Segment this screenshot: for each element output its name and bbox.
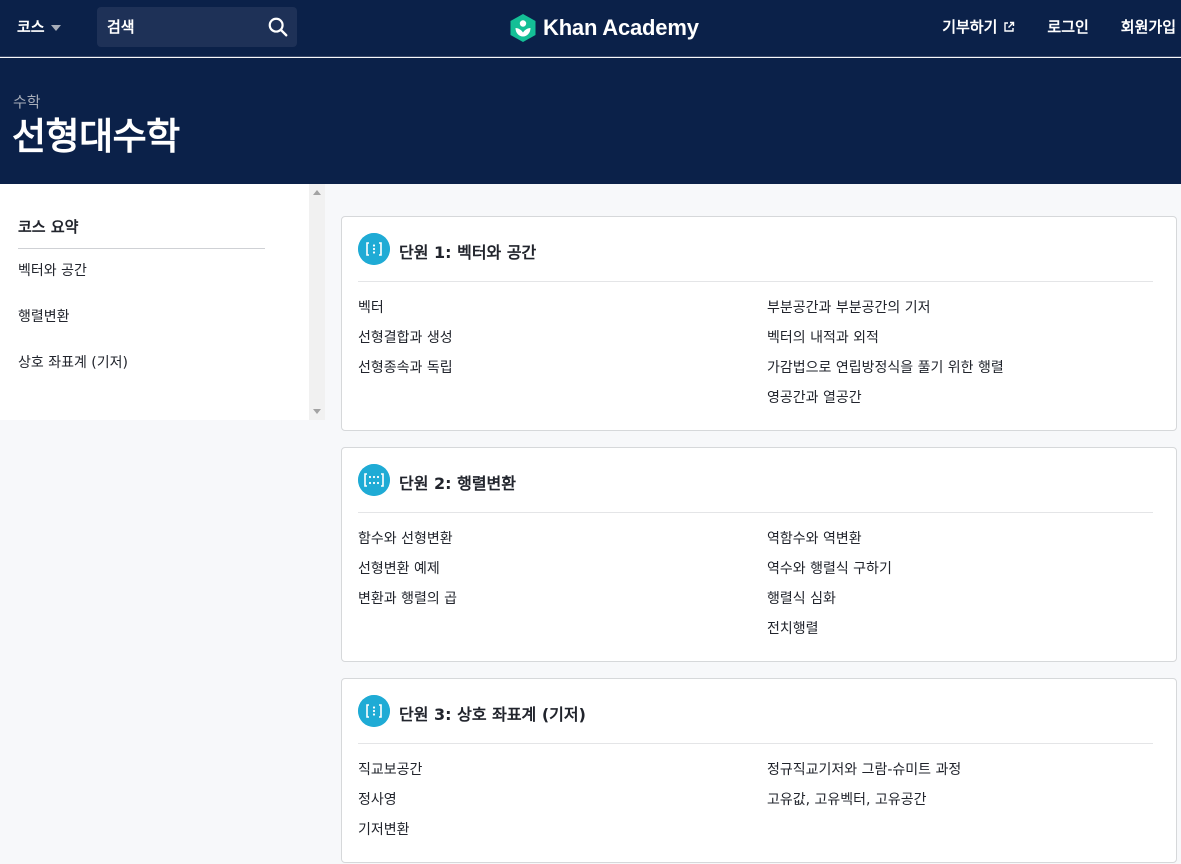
unit-divider [358,281,1153,282]
lesson-link[interactable]: 변환과 행렬의 곱 [358,588,457,608]
donate-link[interactable]: 기부하기 [942,16,1015,37]
external-link-icon [1004,21,1015,32]
unit-icon [358,695,390,727]
search-icon[interactable] [267,16,289,38]
login-link[interactable]: 로그인 [1047,16,1088,37]
signup-link[interactable]: 회원가입 [1121,16,1176,37]
sidebar-item-vectors-spaces[interactable]: 벡터와 공간 [18,260,87,280]
course-header: 수학 선형대수학 [0,58,1181,184]
unit-icon [358,233,390,265]
lesson-link[interactable]: 정사영 [358,789,397,809]
lesson-link[interactable]: 벡터의 내적과 외적 [767,327,879,347]
search-input[interactable] [107,15,257,39]
unit-card-1: 단원 1: 벡터와 공간 벡터 선형결합과 생성 선형종속과 독립 부분공간과 … [341,216,1177,431]
sidebar-divider [18,248,265,249]
lesson-link[interactable]: 정규직교기저와 그람-슈미트 과정 [767,759,961,779]
scroll-up-arrow-icon[interactable] [313,190,321,195]
lesson-link[interactable]: 부분공간과 부분공간의 기저 [767,297,930,317]
nav-actions: 기부하기 로그인 회원가입 [910,16,1176,37]
sidebar-item-alternate-bases[interactable]: 상호 좌표계 (기저) [18,352,128,372]
khan-academy-logo-icon [510,14,536,42]
lesson-link[interactable]: 선형종속과 독립 [358,357,453,377]
sidebar-heading[interactable]: 코스 요약 [18,216,78,237]
course-sidebar: 코스 요약 벡터와 공간 행렬변환 상호 좌표계 (기저) [0,184,325,420]
lesson-link[interactable]: 벡터 [358,297,384,317]
unit-title[interactable]: 단원 1: 벡터와 공간 [399,239,536,263]
lesson-link[interactable]: 영공간과 열공간 [767,387,862,407]
unit-icon [358,464,390,496]
lesson-link[interactable]: 직교보공간 [358,759,422,779]
courses-label: 코스 [17,18,45,36]
lesson-link[interactable]: 역수와 행렬식 구하기 [767,558,892,578]
lesson-link[interactable]: 가감법으로 연립방정식을 풀기 위한 행렬 [767,357,1004,377]
unit-title[interactable]: 단원 2: 행렬변환 [399,470,516,494]
signup-label: 회원가입 [1120,18,1176,36]
donate-label: 기부하기 [942,18,998,36]
unit-divider [358,512,1153,513]
lesson-link[interactable]: 기저변환 [358,819,410,839]
lesson-link[interactable]: 행렬식 심화 [767,588,836,608]
logo-text: Khan Academy [543,15,699,40]
sidebar-item-matrix-transformations[interactable]: 행렬변환 [18,306,70,326]
search-box [97,7,297,47]
caret-down-icon [50,24,61,31]
lesson-link[interactable]: 전치행렬 [767,618,819,638]
unit-card-3: 단원 3: 상호 좌표계 (기저) 직교보공간 정사영 기저변환 정규직교기저와… [341,678,1177,863]
scroll-down-arrow-icon[interactable] [313,409,321,414]
unit-title[interactable]: 단원 3: 상호 좌표계 (기저) [399,701,586,725]
page-title: 선형대수학 [12,115,180,158]
lesson-link[interactable]: 역함수와 역변환 [767,528,862,548]
lesson-link[interactable]: 함수와 선형변환 [358,528,453,548]
unit-card-2: 단원 2: 행렬변환 함수와 선형변환 선형변환 예제 변환과 행렬의 곱 역함… [341,447,1177,662]
lesson-link[interactable]: 고유값, 고유벡터, 고유공간 [767,789,926,809]
top-navbar: 코스 Khan Academy 기부하기 로그인 회원가입 [0,0,1181,57]
sidebar-scrollbar[interactable] [309,184,325,420]
khan-academy-logo[interactable]: Khan Academy [509,13,699,43]
login-label: 로그인 [1047,18,1089,36]
lesson-link[interactable]: 선형변환 예제 [358,558,440,578]
lesson-link[interactable]: 선형결합과 생성 [358,327,453,347]
unit-divider [358,743,1153,744]
courses-menu-button[interactable]: 코스 [17,16,61,37]
